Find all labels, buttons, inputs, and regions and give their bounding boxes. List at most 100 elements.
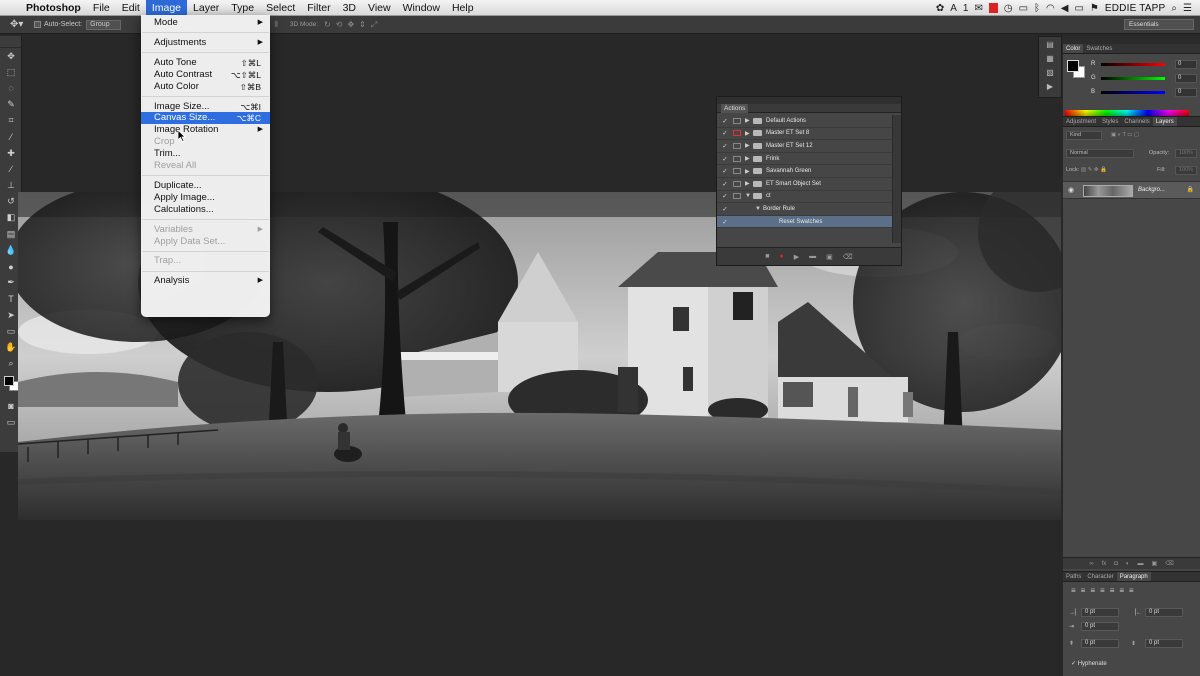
fill-field[interactable]: 100% (1175, 166, 1197, 175)
align-center-text-icon[interactable]: ≡ (1081, 586, 1086, 595)
menu-item-mode[interactable]: Mode ▶ (141, 17, 270, 29)
menu-select[interactable]: Select (260, 0, 301, 16)
menu-type[interactable]: Type (225, 0, 260, 16)
3d-slide-icon[interactable]: ⇕ (359, 20, 366, 30)
mail-icon[interactable]: ✉ (974, 3, 982, 14)
play-icon[interactable]: ▶ (794, 253, 799, 261)
tab-styles[interactable]: Styles (1099, 117, 1121, 126)
tab-channels[interactable]: Channels (1121, 117, 1152, 126)
action-row-ct[interactable]: ✓ ▼ ct (717, 191, 894, 204)
link-layers-icon[interactable]: ∞ (1089, 558, 1093, 569)
user-name[interactable]: EDDIE TAPP (1105, 3, 1166, 14)
menu-item-analysis[interactable]: Analysis ▶ (141, 275, 270, 287)
adobe-updates-icon[interactable]: A (950, 3, 957, 14)
marquee-tool-icon[interactable]: ⬚ (0, 64, 22, 80)
menu-item-auto-contrast[interactable]: Auto Contrast ⌥⇧⌘L (141, 69, 270, 81)
adjustment-layer-icon[interactable]: ◐ (1126, 558, 1130, 569)
actions-panel-header[interactable] (717, 97, 901, 104)
new-set-icon[interactable]: ▬ (809, 253, 816, 260)
layer-background[interactable]: ◉ Backgro... 🔒 (1063, 181, 1200, 199)
layer-filter-kind[interactable]: Kind (1066, 131, 1102, 140)
menu-item-apply-image[interactable]: Apply Image... (141, 192, 270, 204)
add-mask-icon[interactable]: ◘ (1114, 558, 1118, 569)
expand-triangle-icon[interactable]: ▶ (745, 180, 753, 187)
workspace-switcher[interactable]: Essentials (1124, 19, 1194, 30)
move-tool-icon[interactable]: ✥ (0, 48, 22, 64)
action-toggle-checkbox[interactable]: ✓ (717, 129, 733, 137)
record-icon[interactable]: ● (780, 253, 784, 260)
auto-select-checkbox[interactable] (34, 21, 41, 28)
collapse-triangle-icon[interactable]: ▼ (745, 193, 753, 199)
battery-icon[interactable]: ▭ (1074, 3, 1083, 14)
justify-last-right-icon[interactable]: ≡ (1119, 586, 1124, 595)
expand-triangle-icon[interactable]: ▶ (745, 155, 753, 162)
expand-triangle-icon[interactable]: ▶ (745, 117, 753, 124)
action-toggle-checkbox[interactable]: ✓ (717, 142, 733, 150)
actions-scrollbar[interactable] (892, 115, 901, 243)
indent-first-line-field[interactable]: 0 pt (1081, 622, 1119, 631)
eye-icon[interactable]: ◉ (1068, 186, 1074, 194)
menu-layer[interactable]: Layer (187, 0, 225, 16)
action-toggle-checkbox[interactable]: ✓ (717, 167, 733, 175)
action-row-default-actions[interactable]: ✓ ▶ Default Actions (717, 115, 894, 128)
tab-character[interactable]: Character (1084, 572, 1116, 581)
creative-cloud-icon[interactable]: ✿ (936, 3, 944, 14)
menu-help[interactable]: Help (446, 0, 480, 16)
history-panel-icon[interactable]: ▤ (1039, 37, 1061, 51)
action-row-reset-swatches[interactable]: ✓ Reset Swatches (717, 215, 894, 229)
spotlight-icon[interactable]: ⌕ (1171, 3, 1177, 14)
collapse-triangle-icon[interactable]: ▼ (755, 206, 763, 212)
blend-mode-dropdown[interactable]: Normal (1066, 149, 1134, 158)
dialog-toggle-icon[interactable] (733, 155, 741, 162)
menu-image[interactable]: Image (145, 0, 188, 16)
red-value-field[interactable]: 0 (1175, 60, 1197, 69)
action-toggle-checkbox[interactable]: ✓ (717, 205, 733, 213)
distribute-right-icon[interactable]: ⦀ (274, 20, 278, 30)
layer-style-icon[interactable]: fx (1102, 558, 1107, 569)
tab-actions[interactable]: Actions (721, 104, 749, 113)
bluetooth-icon[interactable]: ᛒ (1034, 3, 1040, 14)
menu-item-image-rotation[interactable]: Image Rotation ▶ (141, 124, 270, 136)
lasso-tool-icon[interactable]: ◌ (0, 80, 22, 96)
expand-triangle-icon[interactable]: ▶ (745, 130, 753, 137)
menu-item-adjustments[interactable]: Adjustments ▶ (141, 37, 270, 49)
dialog-toggle-icon[interactable] (733, 117, 741, 124)
action-row-master-et-set-12[interactable]: ✓ ▶ Master ET Set 12 (717, 140, 894, 153)
menu-file[interactable]: File (87, 0, 116, 16)
crop-tool-icon[interactable]: ⌗ (0, 113, 22, 129)
tab-layers[interactable]: Layers (1152, 117, 1177, 126)
space-before-field[interactable]: 0 pt (1081, 639, 1119, 648)
opacity-field[interactable]: 100% (1175, 149, 1197, 158)
3d-roll-icon[interactable]: ⟲ (336, 20, 343, 30)
3d-rotate-icon[interactable]: ↻ (324, 20, 331, 30)
menu-window[interactable]: Window (397, 0, 446, 16)
eyedropper-tool-icon[interactable]: ⁄ (0, 129, 22, 145)
tab-swatches[interactable]: Swatches (1083, 44, 1115, 53)
notification-center-icon[interactable]: ☰ (1183, 3, 1192, 14)
foreground-color[interactable] (4, 375, 14, 386)
new-group-icon[interactable]: ▬ (1138, 558, 1144, 569)
menu-filter[interactable]: Filter (301, 0, 336, 16)
stop-icon[interactable]: ■ (765, 253, 769, 260)
recording-icon[interactable] (988, 3, 998, 13)
new-action-icon[interactable]: ▣ (826, 253, 833, 261)
tab-paragraph[interactable]: Paragraph (1116, 572, 1151, 581)
display-icon[interactable]: ▭ (1019, 3, 1028, 14)
hyphenate-checkbox[interactable]: ✓ Hyphenate (1071, 660, 1107, 667)
menu-view[interactable]: View (362, 0, 397, 16)
dialog-toggle-icon[interactable] (733, 193, 741, 200)
menu-item-auto-color[interactable]: Auto Color ⇧⌘B (141, 81, 270, 93)
green-slider-track[interactable] (1101, 77, 1165, 80)
healing-brush-tool-icon[interactable]: ✚ (0, 145, 22, 161)
action-row-savannah-green[interactable]: ✓ ▶ Savannah Green (717, 165, 894, 178)
dialog-toggle-icon[interactable] (733, 142, 741, 149)
menu-app-name[interactable]: Photoshop (22, 0, 87, 16)
menu-item-duplicate[interactable]: Duplicate... (141, 180, 270, 192)
color-panel-foreground[interactable] (1067, 60, 1079, 72)
dialog-toggle-icon[interactable] (733, 130, 741, 137)
justify-last-left-icon[interactable]: ≡ (1100, 586, 1105, 595)
justify-last-center-icon[interactable]: ≡ (1110, 586, 1115, 595)
3d-pan-icon[interactable]: ✥ (347, 20, 354, 30)
red-slider-track[interactable] (1101, 63, 1165, 66)
menu-item-canvas-size[interactable]: Canvas Size... ⌥⌘C (141, 112, 270, 125)
